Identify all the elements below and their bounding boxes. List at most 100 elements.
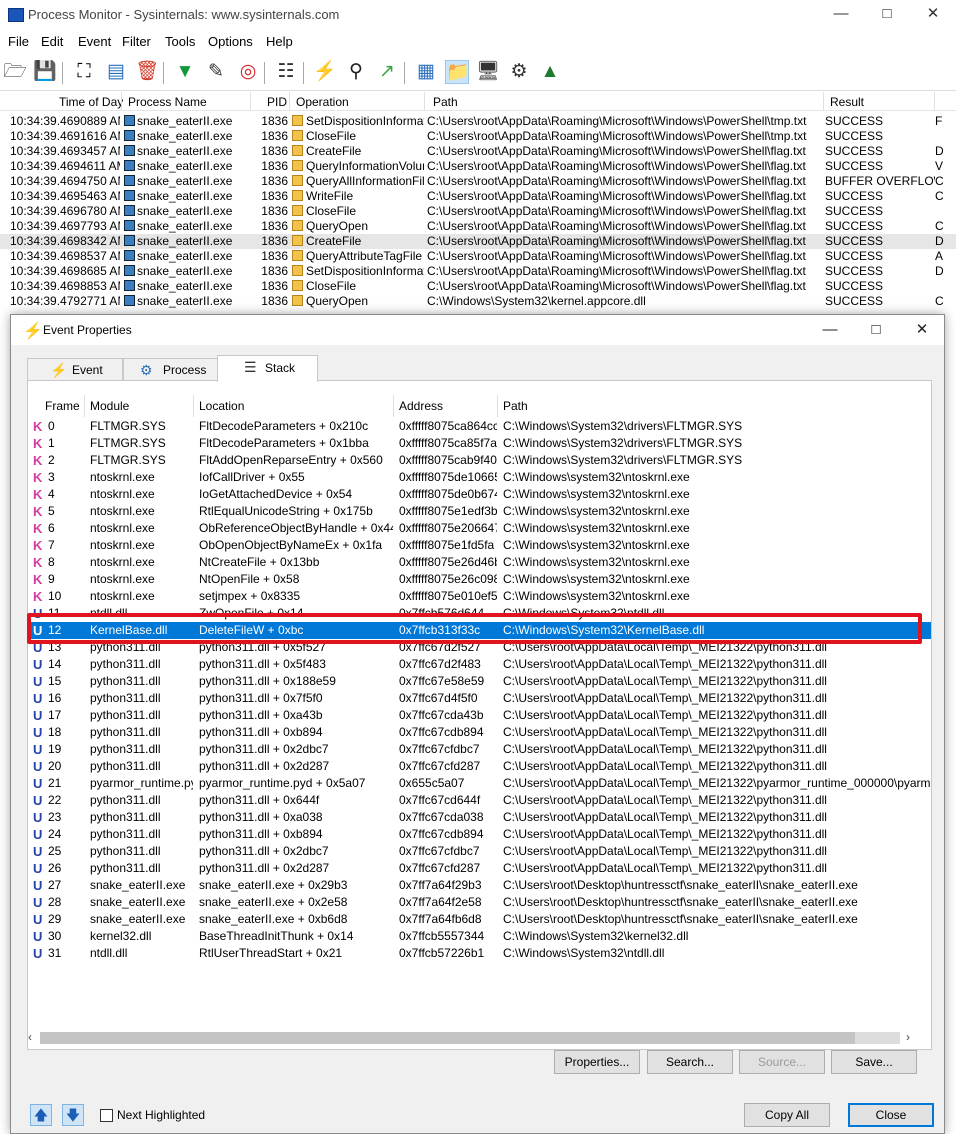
event-row[interactable]: 10:34:39.4696780 AM snake_eaterII.exe 1836… <box>0 204 956 219</box>
stack-row[interactable]: U 25 python311.dll python311.dll + 0x2dbc7 0… <box>28 843 931 860</box>
stack-row[interactable]: K 4 ntoskrnl.exe IoGetAttachedDevice + 0x54… <box>28 486 931 503</box>
scrollbar-thumb[interactable] <box>40 1032 855 1044</box>
event-row[interactable]: 10:34:39.4698342 AM snake_eaterII.exe 1836… <box>0 234 956 249</box>
stack-row[interactable]: U 30 kernel32.dll BaseThreadInitThunk + 0x1… <box>28 928 931 945</box>
menu-file[interactable]: File <box>8 34 29 49</box>
open-icon[interactable]: 🗁 <box>3 60 27 84</box>
stack-row[interactable]: U 20 python311.dll python311.dll + 0x2d287 0… <box>28 758 931 775</box>
autoscroll-icon[interactable]: ▤ <box>104 60 128 84</box>
show-profiling-icon[interactable]: ▲ <box>538 60 562 84</box>
column-frame[interactable]: Frame <box>45 399 80 413</box>
event-row[interactable]: 10:34:39.4694750 AM snake_eaterII.exe 1836… <box>0 174 956 189</box>
scroll-left-icon[interactable]: ‹ <box>28 1030 32 1044</box>
menu-event[interactable]: Event <box>78 34 111 49</box>
clear-icon[interactable]: 🗑 <box>135 60 159 84</box>
jump-to-icon[interactable]: ↗ <box>375 60 399 84</box>
stack-row[interactable]: K 7 ntoskrnl.exe ObOpenObjectByNameEx + 0x1… <box>28 537 931 554</box>
stack-row[interactable]: U 15 python311.dll python311.dll + 0x188e59… <box>28 673 931 690</box>
close-window-button[interactable]: ✕ <box>910 0 956 30</box>
column-module[interactable]: Module <box>90 399 129 413</box>
event-row[interactable]: 10:34:39.4695463 AM snake_eaterII.exe 1836… <box>0 189 956 204</box>
column-path[interactable]: Path <box>503 399 528 413</box>
tab-stack[interactable]: ☰ Stack <box>217 355 318 382</box>
show-process-thread-icon[interactable]: ⚙ <box>507 60 531 84</box>
stack-row[interactable]: K 9 ntoskrnl.exe NtOpenFile + 0x58 0xfffff80… <box>28 571 931 588</box>
source-button[interactable]: Source... <box>739 1050 825 1074</box>
event-row[interactable]: 10:34:39.4693457 AM snake_eaterII.exe 1836… <box>0 144 956 159</box>
copy-all-button[interactable]: Copy All <box>744 1103 830 1127</box>
column-location[interactable]: Location <box>199 399 244 413</box>
maximize-button[interactable]: □ <box>864 0 910 30</box>
stack-row[interactable]: U 14 python311.dll python311.dll + 0x5f483 0… <box>28 656 931 673</box>
menu-tools[interactable]: Tools <box>165 34 195 49</box>
show-filesystem-icon[interactable]: 📁 <box>445 60 470 84</box>
stack-row[interactable]: U 26 python311.dll python311.dll + 0x2d287 0… <box>28 860 931 877</box>
stack-row[interactable]: K 10 ntoskrnl.exe setjmpex + 0x8335 0xfffff8… <box>28 588 931 605</box>
menu-help[interactable]: Help <box>266 34 293 49</box>
close-button[interactable]: Close <box>848 1103 934 1127</box>
menu-filter[interactable]: Filter <box>122 34 151 49</box>
stack-row[interactable]: U 18 python311.dll python311.dll + 0xb894 0x… <box>28 724 931 741</box>
column-process-name[interactable]: Process Name <box>128 95 207 109</box>
event-row[interactable]: 10:34:39.4698853 AM snake_eaterII.exe 1836… <box>0 279 956 294</box>
column-address[interactable]: Address <box>399 399 443 413</box>
next-highlighted-checkbox[interactable] <box>100 1109 113 1122</box>
column-operation[interactable]: Operation <box>296 95 349 109</box>
stack-row[interactable]: U 17 python311.dll python311.dll + 0xa43b 0x… <box>28 707 931 724</box>
stack-row[interactable]: K 5 ntoskrnl.exe RtlEqualUnicodeString + 0x… <box>28 503 931 520</box>
menu-options[interactable]: Options <box>208 34 253 49</box>
next-highlighted-down-arrow-icon[interactable]: 🡇 <box>62 1104 84 1126</box>
event-properties-icon[interactable]: ⚡ <box>313 60 337 84</box>
save-button[interactable]: Save... <box>831 1050 917 1074</box>
stack-row[interactable]: K 0 FLTMGR.SYS FltDecodeParameters + 0x210c… <box>28 418 931 435</box>
search-button[interactable]: Search... <box>647 1050 733 1074</box>
find-icon[interactable]: ⚲ <box>344 60 368 84</box>
include-process-icon[interactable]: ◎ <box>236 60 260 84</box>
stack-row[interactable]: U 29 snake_eaterII.exe snake_eaterII.exe + … <box>28 911 931 928</box>
event-row[interactable]: 10:34:39.4690889 AM snake_eaterII.exe 1836… <box>0 114 956 129</box>
stack-row[interactable]: U 19 python311.dll python311.dll + 0x2dbc7 0… <box>28 741 931 758</box>
column-time-of-day[interactable]: Time of Day <box>59 95 123 109</box>
stack-row[interactable]: K 1 FLTMGR.SYS FltDecodeParameters + 0x1bba… <box>28 435 931 452</box>
dialog-minimize-button[interactable]: — <box>807 315 853 345</box>
stack-row[interactable]: U 21 pyarmor_runtime.pyd pyarmor_runtime.py… <box>28 775 931 792</box>
column-result[interactable]: Result <box>830 95 864 109</box>
stack-row[interactable]: K 2 FLTMGR.SYS FltAddOpenReparseEntry + 0x5… <box>28 452 931 469</box>
stack-row[interactable]: U 24 python311.dll python311.dll + 0xb894 0x… <box>28 826 931 843</box>
show-network-icon[interactable]: 🖥 <box>476 60 500 84</box>
minimize-button[interactable]: — <box>818 0 864 30</box>
previous-highlighted-up-arrow-icon[interactable]: 🡅 <box>30 1104 52 1126</box>
dialog-maximize-button[interactable]: □ <box>853 315 899 345</box>
stack-horizontal-scrollbar[interactable]: ‹ › <box>24 1030 917 1046</box>
stack-row[interactable]: U 27 snake_eaterII.exe snake_eaterII.exe + … <box>28 877 931 894</box>
event-row[interactable]: 10:34:39.4694611 AM snake_eaterII.exe 1836… <box>0 159 956 174</box>
event-row[interactable]: 10:34:39.4698537 AM snake_eaterII.exe 1836… <box>0 249 956 264</box>
scroll-right-icon[interactable]: › <box>906 1030 910 1044</box>
event-row[interactable]: 10:34:39.4698685 AM snake_eaterII.exe 1836… <box>0 264 956 279</box>
properties-button[interactable]: Properties... <box>554 1050 640 1074</box>
tab-event[interactable]: ⚡ Event <box>27 358 123 380</box>
stack-row[interactable]: U 16 python311.dll python311.dll + 0x7f5f0 0… <box>28 690 931 707</box>
stack-row[interactable]: U 31 ntdll.dll RtlUserThreadStart + 0x21 0x7… <box>28 945 931 962</box>
show-registry-icon[interactable]: ▦ <box>414 60 438 84</box>
column-path[interactable]: Path <box>433 95 458 109</box>
event-row[interactable]: 10:34:39.4792771 AM snake_eaterII.exe 1836… <box>0 294 956 309</box>
event-row[interactable]: 10:34:39.4697793 AM snake_eaterII.exe 1836… <box>0 219 956 234</box>
frame-type-badge: U <box>33 827 43 842</box>
stack-row[interactable]: U 28 snake_eaterII.exe snake_eaterII.exe + … <box>28 894 931 911</box>
menu-edit[interactable]: Edit <box>41 34 63 49</box>
event-row[interactable]: 10:34:39.4691616 AM snake_eaterII.exe 1836… <box>0 129 956 144</box>
tab-process[interactable]: ⚙ Process <box>123 358 219 380</box>
capture-icon[interactable]: ⛶ <box>72 60 96 84</box>
process-tree-icon[interactable]: ☷ <box>274 60 298 84</box>
highlight-icon[interactable]: ✎ <box>204 60 228 84</box>
stack-row[interactable]: U 22 python311.dll python311.dll + 0x644f 0x… <box>28 792 931 809</box>
stack-row[interactable]: K 6 ntoskrnl.exe ObReferenceObjectByHandle … <box>28 520 931 537</box>
stack-row[interactable]: K 8 ntoskrnl.exe NtCreateFile + 0x13bb 0xfff… <box>28 554 931 571</box>
save-icon[interactable]: 💾 <box>33 60 57 84</box>
filter-icon[interactable]: ▼ <box>173 60 197 84</box>
stack-row[interactable]: U 23 python311.dll python311.dll + 0xa038 0x… <box>28 809 931 826</box>
dialog-close-button[interactable]: ✕ <box>899 315 945 345</box>
column-pid[interactable]: PID <box>267 95 287 109</box>
stack-row[interactable]: K 3 ntoskrnl.exe IofCallDriver + 0x55 0xffff… <box>28 469 931 486</box>
